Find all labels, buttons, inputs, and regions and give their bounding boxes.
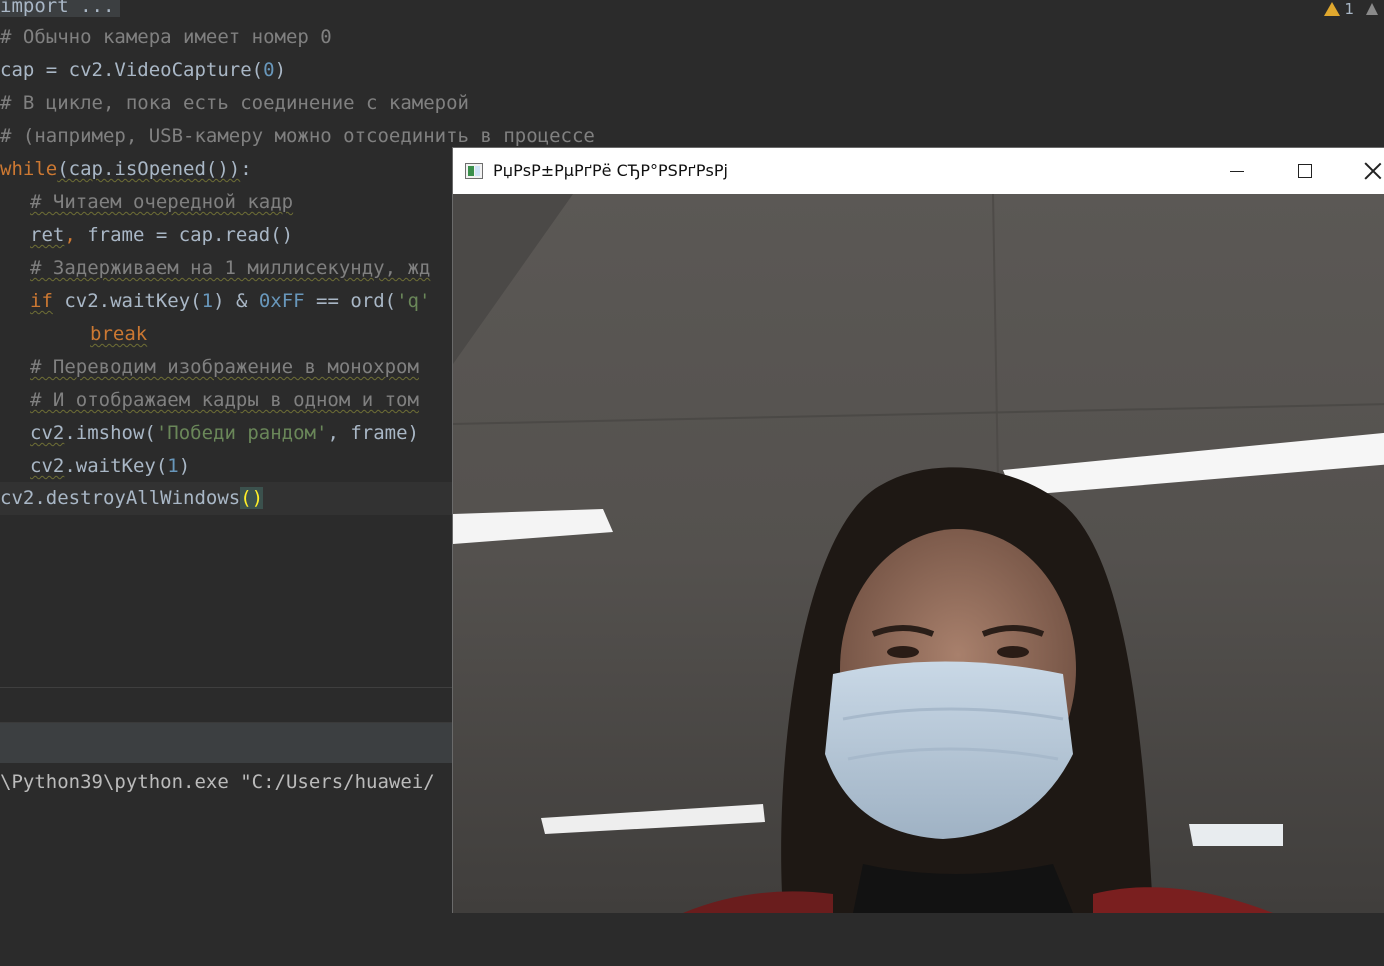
comment: # (например, USB-камеру можно отсоединит… [0,125,595,147]
matched-parens: () [240,487,264,509]
code-text: .waitKey( [64,455,168,477]
comment: # Читаем очередной кадр [30,191,294,213]
code-line-import[interactable]: import ... [0,0,121,23]
number-literal: 1 [167,455,179,477]
code-text: cv2 [30,455,65,477]
close-button[interactable] [1339,148,1384,194]
string-literal: 'Победи рандом' [155,422,328,444]
ceiling-light [1189,824,1283,846]
warning-count: 1 [1344,0,1354,18]
comment: # В цикле, пока есть соединение с камеро… [0,92,469,114]
comment: # Задерживаем на 1 миллисекунду, жд [30,257,431,279]
code-line-comment-2[interactable]: # В цикле, пока есть соединение с камеро… [0,87,469,120]
code-line-break[interactable]: break [90,318,147,351]
minimize-icon [1230,170,1244,172]
code-line-destroy[interactable]: cv2.destroyAllWindows() [0,482,264,515]
number-literal: 1 [201,290,214,312]
comment: # Обычно камера имеет номер 0 [0,26,332,48]
code-line-comment-1[interactable]: # Обычно камера имеет номер 0 [0,21,332,54]
code-line-comment-6[interactable]: # Переводим изображение в монохром [30,351,419,384]
code-line-while[interactable]: while(cap.isOpened()): [0,153,252,186]
code-text: , frame) [327,422,419,444]
comment: # И отображаем кадры в одном и том [30,389,419,411]
code-line-comment-4[interactable]: # Читаем очередной кадр [30,186,293,219]
code-text: cv2.destroyAllWindows [0,487,241,509]
code-text: cv2.waitKey( [52,290,202,312]
code-line-capture[interactable]: cap = cv2.VideoCapture(0) [0,54,286,87]
video-window[interactable]: РџРѕР±РµРґРё СЂР°РЅРґРѕРј [452,147,1384,913]
video-window-titlebar[interactable]: РџРѕР±РµРґРё СЂР°РЅРґРѕРј [453,148,1384,194]
code-text: ) & [213,290,259,312]
webcam-image [453,194,1384,913]
string-literal: 'q' [396,290,431,312]
code-line-if[interactable]: if cv2.waitKey(1) & 0xFF == ord('q' [30,285,430,318]
folded-imports[interactable]: import ... [0,0,121,17]
code-line-read[interactable]: ret, frame = cap.read() [30,219,293,252]
warning-icon [1324,2,1341,16]
comment: # Переводим изображение в монохром [30,356,419,378]
app-icon [465,163,483,179]
code-line-imshow[interactable]: cv2.imshow('Победи рандом', frame) [30,417,419,450]
code-text: ret [30,224,65,246]
code-text: frame = cap.read() [75,224,294,246]
code-text: cap = cv2.VideoCapture( [0,59,264,81]
code-text: ) [274,59,287,81]
keyword-break: break [90,323,148,345]
number-literal: 0xFF [258,290,305,312]
video-window-title: РџРѕР±РµРґРё СЂР°РЅРґРѕРј [493,161,728,180]
code-text: == ord( [304,290,397,312]
maximize-button[interactable] [1271,148,1339,194]
minimize-button[interactable] [1203,148,1271,194]
code-punct: , [64,224,76,246]
console-command-line: \Python39\python.exe "C:/Users/huawei/ [0,771,435,793]
code-text: ) [178,455,191,477]
maximize-icon [1298,164,1312,178]
code-line-waitkey[interactable]: cv2.waitKey(1) [30,450,190,483]
code-text: .imshow( [64,422,156,444]
weak-warning-icon [1366,3,1378,15]
code-line-comment-7[interactable]: # И отображаем кадры в одном и том [30,384,419,417]
keyword-if: if [30,290,53,312]
close-icon [1364,162,1382,180]
number-literal: 0 [263,59,275,81]
eye [887,646,919,658]
code-text: : [240,158,252,180]
code-text: cv2 [30,422,65,444]
webcam-frame [453,194,1384,913]
keyword-while: while [0,158,58,180]
inspection-indicator[interactable]: 1 [1324,0,1384,18]
code-text: (cap.isOpened()) [57,158,241,180]
eye [997,646,1029,658]
code-line-comment-5[interactable]: # Задерживаем на 1 миллисекунду, жд [30,252,430,285]
